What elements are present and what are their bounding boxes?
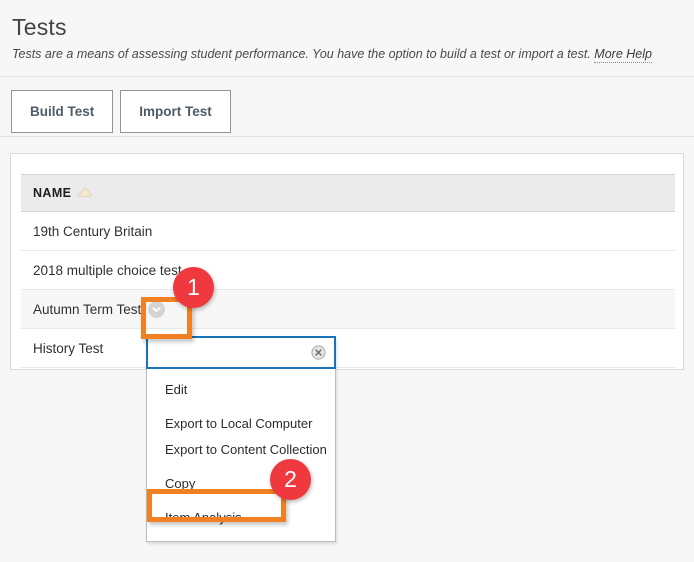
menu-item-copy[interactable]: Copy — [147, 471, 335, 497]
table-row[interactable]: Autumn Term Test — [21, 289, 675, 329]
test-name-label: 2018 multiple choice test — [33, 262, 182, 278]
menu-item-export-to-local-computer[interactable]: Export to Local Computer — [147, 411, 335, 437]
context-menu-list: Edit Export to Local Computer Export to … — [147, 369, 335, 541]
test-name-label: History Test — [33, 340, 104, 356]
test-name-label: 19th Century Britain — [33, 223, 153, 239]
context-menu: Edit Export to Local Computer Export to … — [146, 336, 336, 542]
chevron-down-icon[interactable] — [148, 300, 166, 318]
test-name-label: Autumn Term Test — [33, 301, 142, 317]
menu-item-edit[interactable]: Edit — [147, 377, 335, 403]
menu-item-item-analysis[interactable]: Item Analysis — [147, 505, 335, 531]
action-bar: Build Test Import Test — [11, 90, 231, 133]
header-divider — [0, 76, 694, 77]
page-description: Tests are a means of assessing student p… — [12, 46, 682, 63]
table-row[interactable]: 19th Century Britain — [21, 211, 675, 251]
tests-table: NAME 19th Century Britain 2018 multiple … — [21, 174, 675, 368]
table-cell-name: 19th Century Britain — [21, 211, 675, 251]
action-bar-divider — [0, 136, 694, 137]
more-help-link[interactable]: More Help — [594, 47, 652, 63]
context-menu-header — [146, 336, 336, 369]
page-header: Tests Tests are a means of assessing stu… — [0, 0, 694, 63]
build-test-button[interactable]: Build Test — [11, 90, 114, 133]
page-description-text: Tests are a means of assessing student p… — [12, 47, 595, 61]
table-header-row: NAME — [21, 174, 675, 212]
tests-list-container: NAME 19th Century Britain 2018 multiple … — [10, 153, 684, 370]
column-header-name[interactable]: NAME — [21, 174, 675, 212]
table-row[interactable]: 2018 multiple choice test — [21, 250, 675, 290]
table-cell-name: Autumn Term Test — [21, 289, 675, 329]
table-cell-name: History Test — [21, 328, 675, 368]
table-row[interactable]: History Test — [21, 328, 675, 368]
sort-ascending-triangle-icon[interactable] — [78, 188, 93, 196]
column-header-name-label: NAME — [33, 186, 72, 200]
close-circle-icon[interactable] — [311, 345, 326, 360]
page-title: Tests — [12, 14, 67, 40]
import-test-button[interactable]: Import Test — [120, 90, 231, 133]
menu-item-export-to-content-collection[interactable]: Export to Content Collection — [147, 437, 335, 463]
tests-table-body: 19th Century Britain 2018 multiple choic… — [21, 211, 675, 368]
table-cell-name: 2018 multiple choice test — [21, 250, 675, 290]
tests-table-head: NAME — [21, 174, 675, 212]
